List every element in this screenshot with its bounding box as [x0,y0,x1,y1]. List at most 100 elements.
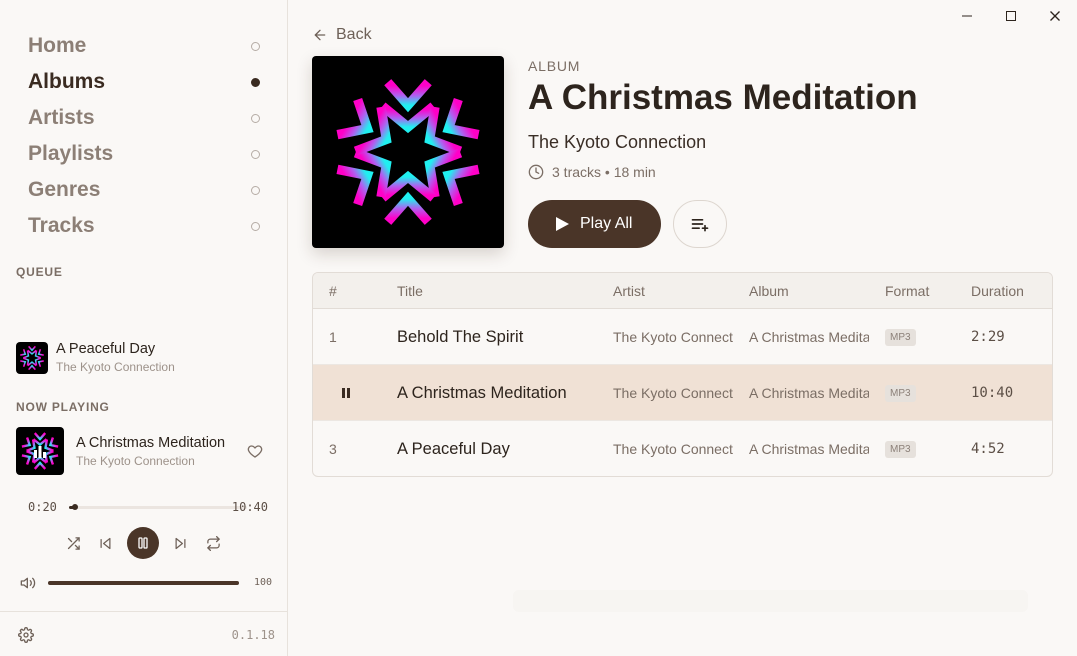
shuffle-button[interactable] [62,532,84,554]
pause-icon[interactable] [339,386,353,400]
volume-slider[interactable] [48,581,239,585]
nav-item-tracks[interactable]: Tracks [28,208,266,244]
nav-item-label: Albums [28,70,106,93]
queue-item-title: A Peaceful Day [56,341,156,357]
track-title: A Christmas Meditation [397,383,567,402]
playback-controls [62,527,224,559]
volume-control: 100 [20,574,272,592]
favorite-icon[interactable] [247,443,263,464]
track-duration: 10:40 [971,385,1014,401]
track-number [329,365,359,421]
track-artist: The Kyoto Connection [613,441,733,457]
album-meta: 3 tracks • 18 min [528,164,656,180]
track-title: Behold The Spirit [397,327,524,346]
nav-item-home[interactable]: Home [28,28,266,64]
repeat-button[interactable] [202,532,224,554]
main-content: Back ALBUM A Christmas Meditation The Ky… [288,0,1077,656]
table-header: # Title Artist Album Format Duration [313,273,1052,309]
queue-item-artwork [16,341,48,374]
track-artist: The Kyoto Connection [613,385,733,401]
column-header-number[interactable]: # [329,283,337,299]
arrow-left-icon [314,29,326,41]
column-header-title[interactable]: Title [397,283,423,299]
background-fade [513,590,1028,612]
queue-item-artist: The Kyoto Connection [56,360,175,374]
volume-slider-fill [48,581,239,585]
track-number: 3 [329,441,337,457]
repeat-icon [206,535,220,551]
track-album: A Christmas Meditation [749,385,869,401]
track-format: MP3 [885,309,945,365]
minimize-icon [962,15,972,17]
seek-bar-handle[interactable] [71,504,78,510]
column-header-format[interactable]: Format [885,283,929,299]
nav-item-artists[interactable]: Artists [28,100,266,136]
window-controls [945,0,1077,32]
close-button[interactable] [1033,0,1077,32]
app-version: 0.1.18 [231,628,275,642]
track-format: MP3 [885,421,945,476]
track-artist: The Kyoto Connection [613,329,733,345]
track-duration: 4:52 [971,441,1005,457]
now-playing-title: A Christmas Meditation [76,434,226,451]
shuffle-icon [67,536,80,550]
skip-back-icon [100,537,111,549]
column-header-duration[interactable]: Duration [971,283,1024,299]
table-row[interactable]: 1 Behold The Spirit The Kyoto Connection… [313,309,1052,365]
nav-item-genres[interactable]: Genres [28,172,266,208]
album-meta-text: 3 tracks • 18 min [552,164,656,180]
track-duration: 2:29 [971,329,1005,345]
track-album: A Christmas Meditation [749,329,869,345]
format-badge: MP3 [885,384,916,402]
seek-bar[interactable] [69,504,247,510]
list-plus-icon [691,219,709,232]
now-playing-section-title: NOW PLAYING [16,400,110,414]
format-badge: MP3 [885,328,916,346]
add-to-queue-button[interactable] [673,200,727,248]
clock-icon [528,164,544,180]
equalizer-icon [34,446,46,458]
volume-icon[interactable] [20,575,36,591]
pause-button[interactable] [127,527,159,559]
next-button[interactable] [170,532,192,554]
nav-item-label: Home [28,34,87,57]
maximize-icon [1006,11,1016,21]
previous-button[interactable] [95,532,117,554]
nav-indicator-dot [251,113,260,123]
settings-button[interactable] [18,627,34,648]
play-all-button[interactable]: Play All [528,200,661,248]
play-all-label: Play All [580,215,633,232]
nav-item-label: Tracks [28,214,95,237]
nav-indicator-dot [251,41,260,51]
nav-item-playlists[interactable]: Playlists [28,136,266,172]
table-row[interactable]: 3 A Peaceful Day The Kyoto Connection A … [313,421,1052,476]
format-badge: MP3 [885,440,916,458]
track-format: MP3 [885,365,945,421]
nav-item-albums[interactable]: Albums [28,64,266,100]
back-button[interactable]: Back [312,26,372,44]
album-kind-label: ALBUM [528,58,581,74]
volume-value: 100 [253,577,272,588]
now-playing-artist: The Kyoto Connection [76,453,195,468]
minimize-button[interactable] [945,0,989,32]
queue-section-title: QUEUE [16,265,63,279]
gear-icon [18,627,34,643]
now-playing-artwork [16,427,64,475]
track-title: A Peaceful Day [397,439,510,458]
album-artist[interactable]: The Kyoto Connection [528,132,706,153]
maximize-button[interactable] [989,0,1033,32]
nav-item-label: Playlists [28,142,114,165]
nav-indicator-dot [251,221,260,231]
album-title: A Christmas Meditation [528,78,918,117]
nav-item-label: Artists [28,106,95,129]
column-header-artist[interactable]: Artist [613,283,645,299]
nav-indicator-dot [251,185,260,195]
queue-item[interactable]: A Peaceful Day The Kyoto Connection [16,341,175,374]
table-row[interactable]: A Christmas Meditation The Kyoto Connect… [313,365,1052,421]
nav-indicator-dot [251,149,260,159]
column-header-album[interactable]: Album [749,283,789,299]
sidebar: Home Albums Artists Playlists Genres Tra… [0,0,288,656]
track-table: # Title Artist Album Format Duration 1 B… [312,272,1053,477]
back-label: Back [336,26,372,43]
elapsed-time: 0:20 [28,500,57,514]
